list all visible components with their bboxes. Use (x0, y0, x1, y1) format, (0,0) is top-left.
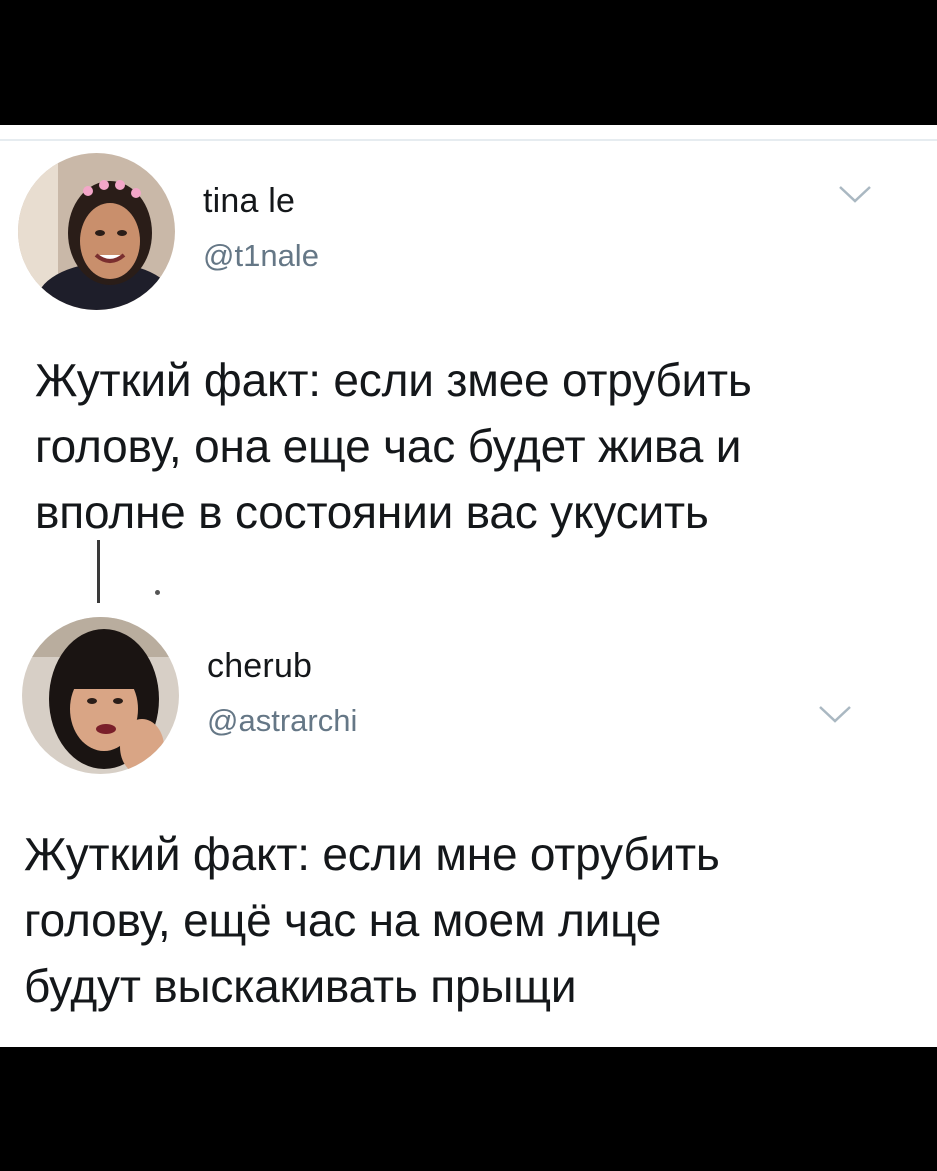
tweet-text: Жуткий факт: если змее отрубить голову, … (35, 354, 752, 538)
avatar[interactable] (22, 617, 179, 774)
chevron-down-icon[interactable] (818, 705, 852, 725)
handle[interactable]: @astrarchi (207, 703, 357, 739)
tweet-text: Жуткий факт: если мне отрубить голову, е… (24, 828, 720, 1012)
tweet-thread-panel: tina le @t1nale Жуткий факт: если змее о… (0, 125, 937, 1047)
avatar[interactable] (18, 153, 175, 310)
handle[interactable]: @t1nale (203, 238, 319, 274)
thread-dot (155, 590, 160, 595)
display-name[interactable]: tina le (203, 182, 295, 221)
chevron-down-icon[interactable] (838, 185, 872, 205)
display-name[interactable]: cherub (207, 647, 312, 686)
divider (0, 139, 937, 141)
thread-connector (97, 540, 100, 603)
